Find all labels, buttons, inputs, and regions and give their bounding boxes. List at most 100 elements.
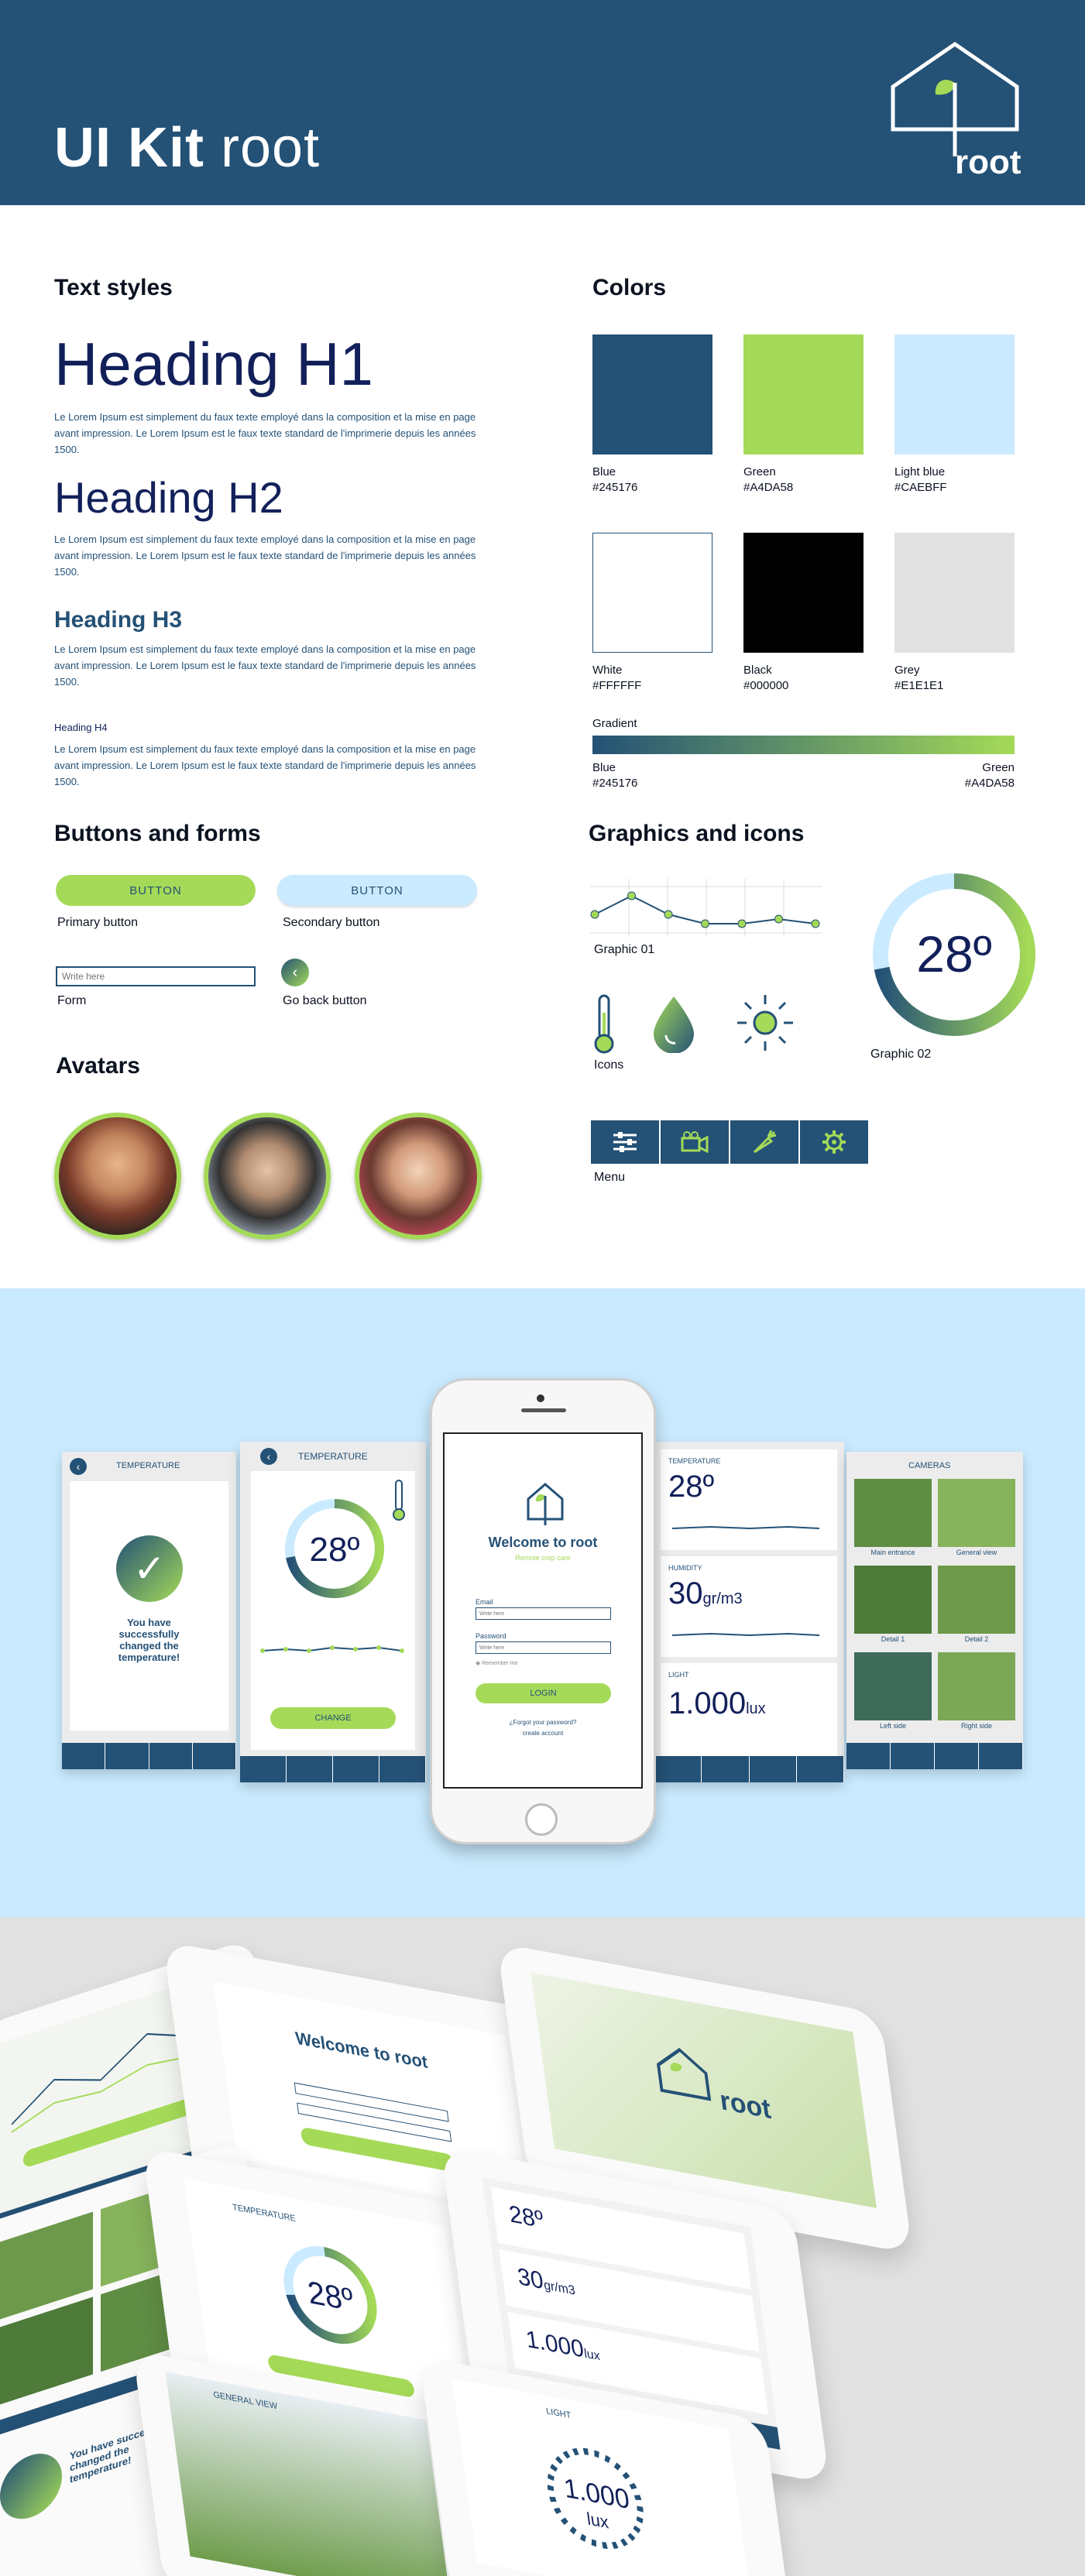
swatch-green [743, 334, 864, 454]
menu-bar [591, 1120, 870, 1164]
card-hum-value: 30 [668, 1576, 703, 1610]
heading-h3: Heading H3 [54, 607, 183, 633]
graphic-02-label: Graphic 02 [870, 1048, 932, 1061]
iso-temp-gauge: 28º [283, 2246, 377, 2344]
create-account-link[interactable]: create account [445, 1730, 641, 1737]
screen-cameras: CAMERAS Main entrance General view Detail … [846, 1452, 1023, 1769]
camera-dot [537, 1394, 544, 1402]
iso-lux-unit: lux [585, 2508, 610, 2533]
speaker-slot [521, 1408, 566, 1412]
menu-item-camera[interactable] [661, 1120, 730, 1164]
screen-temperature: ‹ TEMPERATURE 28º CHANGE [240, 1442, 426, 1782]
graphic-01-point [664, 910, 673, 919]
camera-thumbnail[interactable] [938, 1652, 1015, 1720]
camera-label: Detail 1 [881, 1635, 905, 1643]
temp-gauge: 28º [285, 1499, 384, 1598]
swatch-grey [894, 533, 1015, 653]
card-temperature: TEMPERATURE 28º [661, 1449, 837, 1550]
home-button[interactable] [525, 1803, 558, 1836]
iso-card-hum-value: 30 [516, 2263, 545, 2295]
change-button[interactable]: CHANGE [270, 1707, 396, 1729]
graphic-01-chart [590, 879, 822, 937]
thermometer-icon [594, 994, 614, 1054]
heading-h1: Heading H1 [54, 330, 373, 398]
camera-thumbnail[interactable] [854, 1566, 932, 1634]
iso-card-lux-value: 1.000 [524, 2326, 585, 2363]
camera-thumbnail[interactable] [938, 1566, 1015, 1634]
login-button[interactable]: LOGIN [476, 1683, 611, 1703]
iso-light-title: LIGHT [545, 2406, 572, 2421]
card-temp-value: 28º [668, 1470, 715, 1504]
gear-icon [822, 1130, 846, 1154]
colors-title: Colors [592, 275, 667, 300]
success-message: You have successfully changed the temper… [118, 1617, 180, 1663]
avatar-2 [204, 1113, 331, 1240]
card-light: LIGHT 1.000lux [661, 1663, 837, 1756]
screen-success-tabbar [62, 1743, 236, 1769]
graphic-01-point [627, 891, 636, 900]
iso-general-view-title: GENERAL VIEW [212, 2389, 278, 2412]
card-light-value: 1.000 [668, 1686, 747, 1720]
gradient-start-hex: #245176 [592, 777, 638, 790]
graphic-01-point [811, 919, 820, 928]
screen-cameras-tabbar [846, 1743, 1023, 1769]
card-light-unit: lux [746, 1700, 766, 1717]
email-label: Email [476, 1598, 493, 1606]
root-logo-icon: root [891, 41, 1021, 180]
iso-check-icon [0, 2445, 62, 2528]
sun-icon [737, 995, 793, 1051]
camera-thumbnail[interactable] [854, 1652, 932, 1720]
graphic-02-gauge: 28º [873, 873, 1035, 1036]
temp-history-chart [260, 1645, 404, 1653]
camera-label: Right side [960, 1722, 993, 1730]
sliders-icon [613, 1132, 637, 1152]
menu-item-settings[interactable] [800, 1120, 870, 1164]
root-logo-icon [527, 1483, 564, 1525]
remember-me-checkbox[interactable]: ◉ Remember me [476, 1660, 517, 1666]
heading-h4: Heading H4 [54, 722, 108, 733]
form-label: Form [57, 994, 87, 1007]
graphic-02-value: 28º [916, 925, 992, 983]
screen-success-title: TEMPERATURE [116, 1461, 180, 1470]
iso-card-hum-unit: gr/m3 [543, 2278, 576, 2298]
avatar-3 [355, 1113, 482, 1240]
form-input[interactable] [56, 966, 256, 986]
swatch-black [743, 533, 864, 653]
menu-item-settings-sliders[interactable] [591, 1120, 661, 1164]
swatch-hex: #FFFFFF [592, 679, 642, 692]
gradient-end-hex: #A4DA58 [964, 777, 1015, 790]
password-label: Password [476, 1632, 506, 1640]
carrot-icon [753, 1130, 777, 1154]
card-hum-unit: gr/m3 [702, 1590, 743, 1607]
password-input[interactable] [476, 1641, 611, 1654]
card-hum-chart [671, 1632, 820, 1637]
welcome-subtitle: Remote crop care [515, 1554, 571, 1562]
swatch-hex: #245176 [592, 481, 638, 494]
back-icon[interactable]: ‹ [260, 1448, 277, 1465]
go-back-label: Go back button [283, 994, 367, 1007]
forgot-password-link[interactable]: ¿Forgot your password? [445, 1719, 641, 1726]
go-back-button[interactable]: ‹ [281, 959, 309, 986]
iso-card-temp-value: 28º [507, 2200, 545, 2234]
h3-body-text: Le Lorem Ipsum est simplement du faux te… [54, 643, 476, 688]
h1-body-text: Le Lorem Ipsum est simplement du faux te… [54, 411, 476, 455]
card-hum-label: HUMIDITY [668, 1564, 702, 1572]
h4-body-text: Le Lorem Ipsum est simplement du faux te… [54, 743, 476, 787]
h2-body-text: Le Lorem Ipsum est simplement du faux te… [54, 533, 476, 578]
back-icon[interactable]: ‹ [70, 1458, 87, 1475]
svg-text:28º: 28º [309, 1531, 359, 1569]
camera-label: Main entrance [870, 1549, 915, 1556]
menu-item-crops[interactable] [730, 1120, 800, 1164]
camera-thumbnail[interactable] [938, 1479, 1015, 1547]
primary-button[interactable]: BUTTON [56, 875, 256, 906]
graphics-icons-title: Graphics and icons [589, 821, 805, 846]
camera-thumbnail[interactable] [854, 1479, 932, 1547]
iso-root-logo-icon [656, 2047, 712, 2101]
logo-text: root [955, 143, 1021, 180]
success-card: ✓ You have successfully changed the temp… [70, 1481, 228, 1730]
screen-temp-title: TEMPERATURE [298, 1451, 368, 1462]
secondary-button[interactable]: BUTTON [277, 875, 477, 906]
email-input[interactable] [476, 1607, 611, 1620]
login-screen: Welcome to root Remote crop care Email P… [443, 1432, 643, 1789]
icons-label: Icons [594, 1058, 624, 1072]
